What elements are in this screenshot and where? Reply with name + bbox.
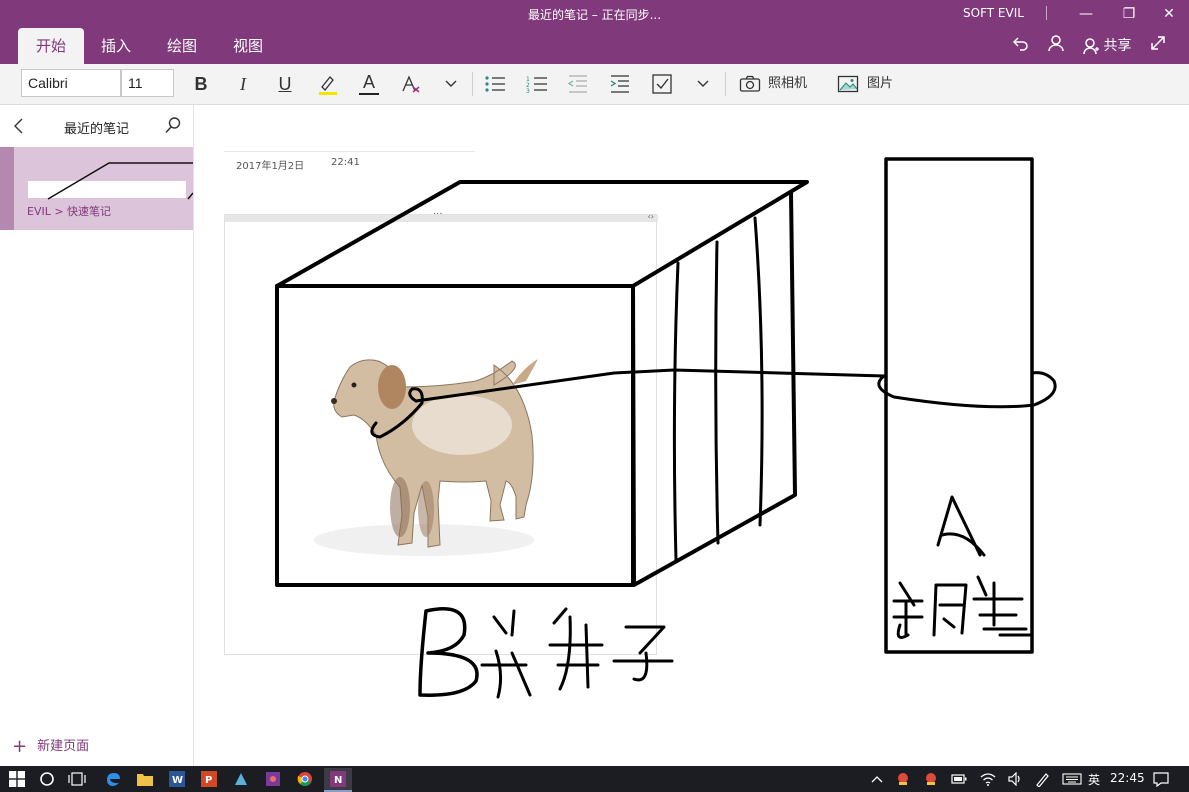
resize-arrows-icon[interactable]: ‹› xyxy=(648,212,654,221)
numbering-button[interactable]: 123 xyxy=(522,70,552,98)
plus-icon: + xyxy=(12,736,28,757)
battery-icon[interactable] xyxy=(948,769,970,789)
close-button[interactable]: ✕ xyxy=(1159,4,1179,24)
picture-button[interactable]: 图片 xyxy=(867,70,893,98)
indent-icon xyxy=(610,75,629,93)
restore-button[interactable]: ❐ xyxy=(1119,4,1139,24)
ribbon-separator xyxy=(725,72,726,96)
svg-text:3: 3 xyxy=(526,88,530,94)
back-arrow-icon[interactable] xyxy=(12,117,28,135)
clear-formatting-icon xyxy=(402,75,420,93)
account-name[interactable]: SOFT EVIL xyxy=(963,6,1024,20)
todo-tag-button[interactable] xyxy=(647,70,677,98)
edge-icon[interactable] xyxy=(102,769,124,789)
share-button[interactable]: 共享 xyxy=(1083,34,1133,58)
share-person-icon xyxy=(1083,38,1099,55)
list-item-recent-note[interactable]: EVIL > 快速笔记 xyxy=(0,147,194,230)
tray-app-icon[interactable] xyxy=(892,769,914,789)
title-separator xyxy=(1046,6,1047,20)
chevron-down-icon xyxy=(697,80,709,87)
input-method-indicator[interactable]: 英 xyxy=(1088,771,1100,788)
numbered-list-icon: 123 xyxy=(526,76,547,94)
fullscreen-icon[interactable] xyxy=(1149,34,1169,58)
share-label: 共享 xyxy=(1103,38,1132,54)
ribbon-toolbar: Calibri 11 B I U A 123 照相机 图片 xyxy=(0,64,1189,105)
svg-text:P: P xyxy=(205,775,212,786)
container-drag-handle[interactable]: ··· ‹› xyxy=(225,209,658,222)
tray-app-icon[interactable] xyxy=(920,769,942,789)
undo-icon[interactable] xyxy=(1012,34,1032,58)
svg-text:W: W xyxy=(172,775,183,786)
windows-start-icon[interactable] xyxy=(6,769,28,789)
font-size-field[interactable]: 11 xyxy=(121,69,174,97)
tags-more-dropdown[interactable] xyxy=(688,70,718,98)
app-icon[interactable] xyxy=(262,769,284,789)
note-thumbnail xyxy=(14,147,194,202)
ink-box-side xyxy=(631,191,797,587)
file-explorer-icon[interactable] xyxy=(134,769,156,789)
new-page-button[interactable]: + 新建页面 xyxy=(12,735,89,757)
font-color-swatch xyxy=(359,93,379,95)
pane-header: 最近的笔记 xyxy=(0,105,193,147)
word-icon[interactable]: W xyxy=(166,769,188,789)
outdent-icon xyxy=(567,75,587,93)
checkbox-icon xyxy=(652,74,672,94)
powerpoint-icon[interactable]: P xyxy=(198,769,220,789)
bulleted-list-icon xyxy=(485,76,505,92)
clear-format-button[interactable] xyxy=(396,70,426,98)
font-name-field[interactable]: Calibri xyxy=(21,69,121,97)
page-time: 22:41 xyxy=(331,157,360,168)
ribbon-tabs: 开始 插入 绘图 视图 共享 xyxy=(0,28,1189,64)
account-icon[interactable] xyxy=(1047,34,1067,58)
show-hidden-icons-icon[interactable] xyxy=(866,769,888,789)
system-clock[interactable]: 22:45 xyxy=(1110,771,1145,785)
pen-workspace-icon[interactable] xyxy=(1032,769,1054,789)
cortana-icon[interactable] xyxy=(36,769,58,789)
task-view-icon[interactable] xyxy=(66,769,88,789)
app-icon[interactable] xyxy=(230,769,252,789)
chevron-down-icon xyxy=(445,80,457,87)
chrome-icon[interactable] xyxy=(294,769,316,789)
image-container[interactable]: ··· ‹› xyxy=(224,209,658,655)
bold-button[interactable]: B xyxy=(186,70,216,98)
highlight-button[interactable] xyxy=(312,70,342,98)
picture-icon[interactable] xyxy=(833,70,863,98)
title-bar: 最近的笔记 – 正在同步... SOFT EVIL — ❐ ✕ xyxy=(0,0,1189,28)
decrease-indent-button[interactable] xyxy=(563,70,593,98)
font-color-glyph: A xyxy=(362,72,375,92)
windows-taskbar: W P N 英 22:45 xyxy=(0,766,1189,792)
tab-home[interactable]: 开始 xyxy=(18,28,84,64)
bullets-button[interactable] xyxy=(480,70,510,98)
font-color-button[interactable]: A xyxy=(354,70,384,98)
wifi-icon[interactable] xyxy=(977,769,999,789)
tab-draw[interactable]: 绘图 xyxy=(158,28,206,64)
action-center-icon[interactable] xyxy=(1150,769,1172,789)
camera-button[interactable]: 照相机 xyxy=(768,70,807,98)
ribbon-separator xyxy=(472,72,473,96)
page-date: 2017年1月2日 xyxy=(236,161,305,172)
note-canvas[interactable]: 2017年1月2日 22:41 ··· ‹› xyxy=(194,105,1189,766)
increase-indent-button[interactable] xyxy=(605,70,635,98)
pane-title: 最近的笔记 xyxy=(64,122,130,137)
volume-icon[interactable] xyxy=(1004,769,1026,789)
new-page-label: 新建页面 xyxy=(37,739,90,754)
minimize-button[interactable]: — xyxy=(1076,4,1096,24)
note-breadcrumb: EVIL > 快速笔记 xyxy=(27,205,112,218)
search-icon[interactable] xyxy=(164,116,184,136)
highlighter-icon xyxy=(319,76,337,95)
touch-keyboard-icon[interactable] xyxy=(1060,769,1084,789)
onenote-taskbar-icon[interactable]: N xyxy=(324,768,352,792)
recent-notes-pane: 最近的笔记 EVIL > 快速笔记 + 新建页面 xyxy=(0,105,194,766)
svg-text:N: N xyxy=(334,775,342,786)
tab-insert[interactable]: 插入 xyxy=(92,28,140,64)
page-title-line[interactable] xyxy=(224,151,475,152)
selection-bar xyxy=(0,147,14,230)
underline-button[interactable]: U xyxy=(270,70,300,98)
camera-icon[interactable] xyxy=(735,70,765,98)
tab-view[interactable]: 视图 xyxy=(224,28,272,64)
font-more-dropdown[interactable] xyxy=(436,70,466,98)
italic-button[interactable]: I xyxy=(228,70,258,98)
drag-dots-icon: ··· xyxy=(433,209,443,220)
